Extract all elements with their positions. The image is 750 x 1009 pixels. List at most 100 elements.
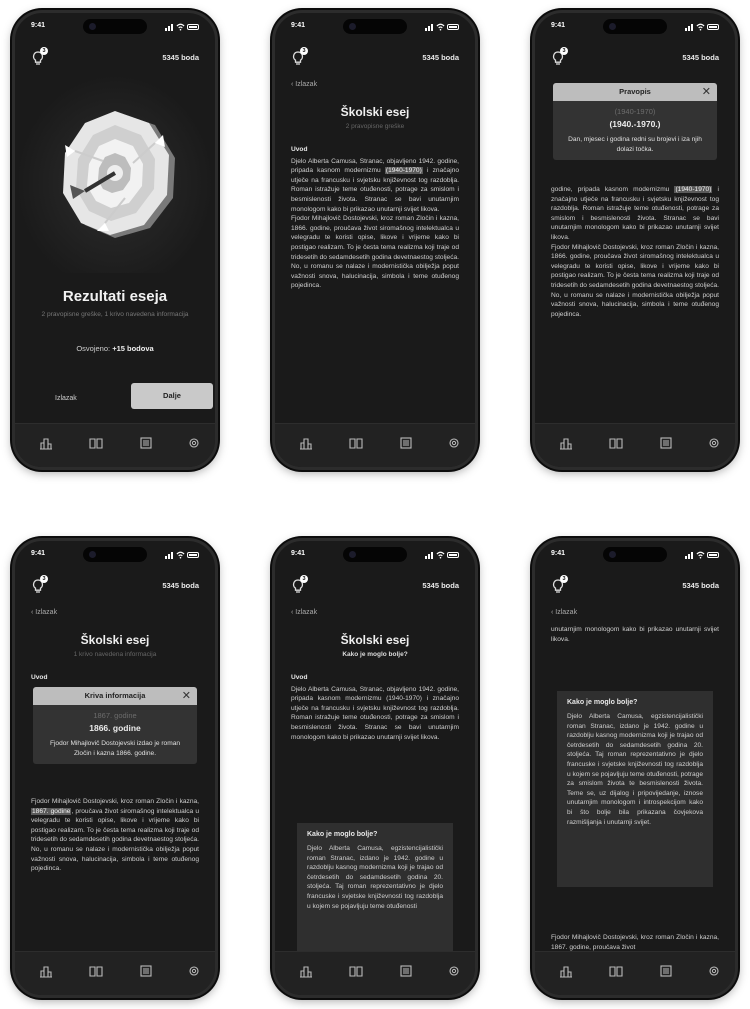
wifi-icon (176, 551, 185, 559)
top-bar: 3 5345 boda (551, 575, 719, 595)
hint-button[interactable]: 3 (551, 47, 568, 67)
hint-button[interactable]: 3 (291, 47, 308, 67)
status-bar: 9:41 (551, 550, 719, 562)
points-counter: 5345 boda (162, 581, 199, 590)
phone-improvement: 9:41 3 5345 boda ‹ Izlazak Školski esej … (272, 538, 478, 998)
essay-tab-icon[interactable] (399, 436, 413, 450)
paragraph-text: i značajno utječe na francusku i svjetsk… (551, 186, 720, 241)
settings-tab-icon[interactable] (707, 964, 721, 978)
popup-title: Kriva informacija (84, 691, 146, 700)
status-icons (685, 23, 719, 32)
back-link[interactable]: ‹ Izlazak (31, 609, 57, 616)
hint-count-badge: 3 (560, 47, 568, 55)
status-icons (425, 23, 459, 32)
essay-title: Školski esej (80, 633, 150, 647)
tab-bar (535, 951, 735, 995)
status-time: 9:41 (291, 550, 306, 557)
stats-tab-icon[interactable] (559, 436, 573, 450)
phone-improvement-scrolled: 9:41 3 5345 boda ‹ Izlazak unutarnjim mo… (532, 538, 738, 998)
improvement-title: Kako je moglo bolje? (567, 699, 638, 706)
stats-tab-icon[interactable] (39, 436, 53, 450)
status-time: 9:41 (551, 550, 566, 557)
back-label: Izlazak (35, 609, 58, 616)
popup-title: Pravopis (619, 87, 651, 96)
paragraph-text: godine, pripada kasnom modernizmu (551, 186, 675, 193)
tab-bar (275, 951, 475, 995)
tab-bar (535, 423, 735, 467)
incorrect-value: (1940-1970) (614, 107, 656, 116)
essay-tab-icon[interactable] (659, 436, 673, 450)
settings-tab-icon[interactable] (187, 436, 201, 450)
settings-tab-icon[interactable] (187, 964, 201, 978)
status-icons (165, 551, 199, 560)
close-icon[interactable]: ✕ (702, 85, 711, 99)
error-highlight[interactable]: (1940-1970) (674, 186, 713, 193)
book-tab-icon[interactable] (349, 436, 363, 450)
tab-bar (15, 423, 215, 467)
paragraph-text: Djelo Alberta Camusa, Stranac, objavljen… (291, 685, 459, 741)
back-link[interactable]: ‹ Izlazak (291, 609, 317, 616)
status-time: 9:41 (31, 550, 46, 557)
hint-button[interactable]: 3 (31, 47, 48, 67)
essay-tab-icon[interactable] (659, 964, 673, 978)
next-button[interactable]: Dalje (131, 383, 213, 409)
corrected-value: 1866. godine (89, 723, 141, 733)
book-tab-icon[interactable] (89, 436, 103, 450)
error-highlight[interactable]: 1867. godine (31, 807, 72, 815)
essay-title: Školski esej (340, 105, 410, 119)
back-link[interactable]: ‹ Izlazak (551, 609, 577, 616)
hint-button[interactable]: 3 (551, 575, 568, 595)
hint-button[interactable]: 3 (291, 575, 308, 595)
error-highlight[interactable]: (1940-1970) (384, 167, 423, 175)
close-icon[interactable]: ✕ (182, 689, 191, 703)
correction-explanation: Dan, mjesec i godina redni su brojevi i … (568, 136, 702, 153)
hint-count-badge: 3 (560, 575, 568, 583)
back-link[interactable]: ‹ Izlazak (291, 81, 317, 88)
incorrect-value: 1867. godine (93, 711, 137, 720)
points-counter: 5345 boda (422, 53, 459, 62)
stats-tab-icon[interactable] (39, 964, 53, 978)
points-counter: 5345 boda (162, 53, 199, 62)
improvement-card: Kako je moglo bolje? Djelo Alberta Camus… (297, 823, 453, 958)
top-bar: 3 5345 boda (31, 47, 199, 67)
book-tab-icon[interactable] (609, 436, 623, 450)
stats-tab-icon[interactable] (299, 964, 313, 978)
book-tab-icon[interactable] (89, 964, 103, 978)
battery-icon (187, 24, 199, 30)
improvement-text: Djelo Alberta Camusa, egzistencijalistič… (567, 713, 703, 826)
hint-button[interactable]: 3 (31, 575, 48, 595)
spelling-popup: Pravopis ✕ (1940-1970) (1940.-1970.) Dan… (553, 83, 717, 160)
settings-tab-icon[interactable] (447, 436, 461, 450)
tab-bar (15, 951, 215, 995)
wifi-icon (436, 23, 445, 31)
status-bar: 9:41 (551, 22, 719, 34)
book-tab-icon[interactable] (349, 964, 363, 978)
book-tab-icon[interactable] (609, 964, 623, 978)
target-illustration (15, 73, 215, 273)
phone-results-screen: 9:41 3 5345 boda Rezultati eseja 2 pravo… (12, 10, 218, 470)
points-earned: Osvojeno: +15 bodova (15, 344, 215, 353)
stats-tab-icon[interactable] (299, 436, 313, 450)
hint-count-badge: 3 (300, 575, 308, 583)
stats-tab-icon[interactable] (559, 964, 573, 978)
essay-body-bottom: Fjodor Mihajlovič Dostojevski, kroz roma… (551, 934, 719, 951)
settings-tab-icon[interactable] (447, 964, 461, 978)
exit-link[interactable]: Izlazak (55, 395, 77, 402)
essay-tab-icon[interactable] (399, 964, 413, 978)
section-heading: Uvod (291, 674, 308, 681)
back-label: Izlazak (295, 81, 318, 88)
paragraph-text: Fjodor Mihajlovič Dostojevski, kroz roma… (551, 243, 719, 318)
results-summary: 2 pravopisne greške, 1 krivo navedena in… (41, 311, 189, 318)
hint-count-badge: 3 (40, 47, 48, 55)
status-time: 9:41 (551, 22, 566, 29)
results-title: Rezultati eseja (62, 288, 168, 305)
status-time: 9:41 (31, 22, 46, 29)
popup-header: Kriva informacija ✕ (33, 687, 197, 705)
status-icons (165, 23, 199, 32)
wifi-icon (176, 23, 185, 31)
essay-subtitle: 1 krivo navedena informacija (73, 651, 157, 658)
settings-tab-icon[interactable] (707, 436, 721, 450)
essay-tab-icon[interactable] (139, 436, 153, 450)
essay-subtitle: 2 pravopisne greške (345, 123, 405, 130)
essay-tab-icon[interactable] (139, 964, 153, 978)
